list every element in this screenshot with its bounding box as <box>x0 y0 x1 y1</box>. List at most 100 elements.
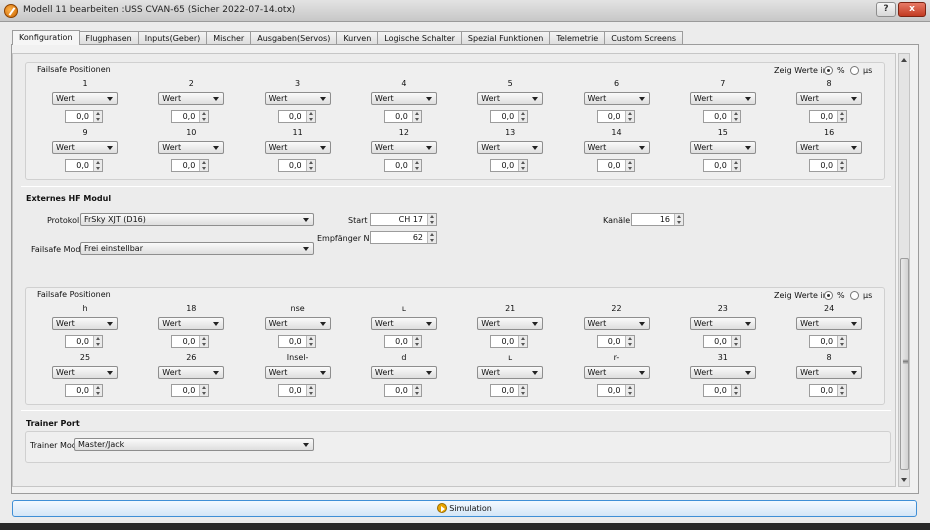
failsafe-top-percent-radio[interactable] <box>824 66 833 75</box>
channel-mode-combo[interactable]: Wert <box>370 92 437 105</box>
channel-spin-buttons[interactable] <box>730 385 740 396</box>
start-channel-spin-buttons[interactable] <box>427 214 436 225</box>
channel-value-spinbox[interactable]: 0,0 <box>277 110 316 123</box>
protocol-combo[interactable]: FrSky XJT (D16) <box>80 213 314 226</box>
scroll-up-icon[interactable] <box>901 58 907 62</box>
channel-spin-buttons[interactable] <box>837 111 847 122</box>
channel-mode-combo[interactable]: Wert <box>370 317 437 330</box>
channel-mode-combo[interactable]: Wert <box>158 366 225 379</box>
channel-value-spinbox[interactable]: 0,0 <box>65 335 103 348</box>
channel-value-spinbox[interactable]: 0,0 <box>65 384 103 397</box>
simulation-button[interactable]: Simulation <box>12 500 917 517</box>
channel-spin-buttons[interactable] <box>837 385 847 396</box>
channel-value-spinbox[interactable]: 0,0 <box>596 335 635 348</box>
channels-spin-buttons[interactable] <box>674 214 683 225</box>
channel-spin-buttons[interactable] <box>93 111 102 122</box>
tab-telemetrie[interactable]: Telemetrie <box>549 31 606 45</box>
channel-mode-combo[interactable]: Wert <box>264 366 331 379</box>
start-channel-spinbox[interactable]: CH 17 <box>370 213 437 226</box>
channel-spin-buttons[interactable] <box>837 336 847 347</box>
channel-mode-combo[interactable]: Wert <box>689 141 756 154</box>
channel-value-spinbox[interactable]: 0,0 <box>277 384 316 397</box>
channel-value-spinbox[interactable]: 0,0 <box>702 110 741 123</box>
tab-custom-screens[interactable]: Custom Screens <box>604 31 684 45</box>
channel-value-spinbox[interactable]: 0,0 <box>65 159 103 172</box>
channel-mode-combo[interactable]: Wert <box>689 317 756 330</box>
channel-value-spinbox[interactable]: 0,0 <box>596 384 635 397</box>
receiver-number-spinbox[interactable]: 62 <box>370 231 437 244</box>
channel-spin-buttons[interactable] <box>93 160 102 171</box>
channels-spinbox[interactable]: 16 <box>631 213 684 226</box>
channel-mode-combo[interactable]: Wert <box>370 366 437 379</box>
tab-konfiguration[interactable]: Konfiguration <box>12 30 80 45</box>
channel-mode-combo[interactable]: Wert <box>796 92 863 105</box>
channel-spin-buttons[interactable] <box>411 160 421 171</box>
channel-value-spinbox[interactable]: 0,0 <box>277 335 316 348</box>
channel-value-spinbox[interactable]: 0,0 <box>809 159 848 172</box>
channel-mode-combo[interactable]: Wert <box>583 92 650 105</box>
failsafe-bottom-percent-radio[interactable] <box>824 291 833 300</box>
channel-spin-buttons[interactable] <box>624 111 634 122</box>
channel-spin-buttons[interactable] <box>305 336 315 347</box>
tab-kurven[interactable]: Kurven <box>336 31 379 45</box>
channel-spin-buttons[interactable] <box>624 385 634 396</box>
vertical-scrollbar[interactable] <box>898 53 910 487</box>
channel-value-spinbox[interactable]: 0,0 <box>171 335 210 348</box>
channel-mode-combo[interactable]: Wert <box>158 141 225 154</box>
channel-mode-combo[interactable]: Wert <box>796 317 863 330</box>
channel-mode-combo[interactable]: Wert <box>583 317 650 330</box>
tab-inputs-geber[interactable]: Inputs(Geber) <box>137 31 208 45</box>
channel-spin-buttons[interactable] <box>518 111 528 122</box>
channel-spin-buttons[interactable] <box>518 385 528 396</box>
channel-value-spinbox[interactable]: 0,0 <box>596 110 635 123</box>
channel-value-spinbox[interactable]: 0,0 <box>383 110 422 123</box>
channel-mode-combo[interactable]: Wert <box>264 317 331 330</box>
channel-value-spinbox[interactable]: 0,0 <box>490 159 529 172</box>
channel-mode-combo[interactable]: Wert <box>583 141 650 154</box>
channel-value-spinbox[interactable]: 0,0 <box>702 159 741 172</box>
channel-value-spinbox[interactable]: 0,0 <box>383 384 422 397</box>
channel-spin-buttons[interactable] <box>199 111 209 122</box>
failsafe-top-us-radio[interactable] <box>850 66 859 75</box>
channel-spin-buttons[interactable] <box>305 160 315 171</box>
channel-mode-combo[interactable]: Wert <box>264 92 331 105</box>
channel-spin-buttons[interactable] <box>411 385 421 396</box>
channel-value-spinbox[interactable]: 0,0 <box>383 159 422 172</box>
channel-mode-combo[interactable]: Wert <box>52 366 118 379</box>
channel-spin-buttons[interactable] <box>518 160 528 171</box>
scroll-down-icon[interactable] <box>901 478 907 482</box>
channel-spin-buttons[interactable] <box>730 111 740 122</box>
channel-mode-combo[interactable]: Wert <box>52 92 118 105</box>
channel-value-spinbox[interactable]: 0,0 <box>809 110 848 123</box>
channel-mode-combo[interactable]: Wert <box>52 141 118 154</box>
channel-mode-combo[interactable]: Wert <box>689 366 756 379</box>
channel-value-spinbox[interactable]: 0,0 <box>596 159 635 172</box>
failsafe-mode-combo[interactable]: Frei einstellbar <box>80 242 314 255</box>
tab-logische-schalter[interactable]: Logische Schalter <box>377 31 462 45</box>
tab-spezial-funktionen[interactable]: Spezial Funktionen <box>460 31 551 45</box>
close-button[interactable]: x <box>898 2 926 17</box>
channel-value-spinbox[interactable]: 0,0 <box>490 110 529 123</box>
channel-spin-buttons[interactable] <box>305 111 315 122</box>
channel-mode-combo[interactable]: Wert <box>477 317 544 330</box>
channel-value-spinbox[interactable]: 0,0 <box>702 335 741 348</box>
channel-value-spinbox[interactable]: 0,0 <box>65 110 103 123</box>
channel-mode-combo[interactable]: Wert <box>264 141 331 154</box>
channel-mode-combo[interactable]: Wert <box>796 141 863 154</box>
channel-value-spinbox[interactable]: 0,0 <box>809 384 848 397</box>
scrollbar-thumb[interactable] <box>900 258 909 470</box>
channel-mode-combo[interactable]: Wert <box>158 317 225 330</box>
tab-flugphasen[interactable]: Flugphasen <box>78 31 139 45</box>
trainer-mode-combo[interactable]: Master/Jack <box>74 438 314 451</box>
receiver-number-spin-buttons[interactable] <box>427 232 436 243</box>
channel-spin-buttons[interactable] <box>199 385 209 396</box>
channel-spin-buttons[interactable] <box>93 336 102 347</box>
channel-mode-combo[interactable]: Wert <box>689 92 756 105</box>
channel-spin-buttons[interactable] <box>730 336 740 347</box>
tab-ausgaben-servos[interactable]: Ausgaben(Servos) <box>250 31 338 45</box>
channel-mode-combo[interactable]: Wert <box>477 92 544 105</box>
channel-value-spinbox[interactable]: 0,0 <box>171 159 210 172</box>
channel-value-spinbox[interactable]: 0,0 <box>490 384 529 397</box>
channel-value-spinbox[interactable]: 0,0 <box>490 335 529 348</box>
failsafe-bottom-us-radio[interactable] <box>850 291 859 300</box>
